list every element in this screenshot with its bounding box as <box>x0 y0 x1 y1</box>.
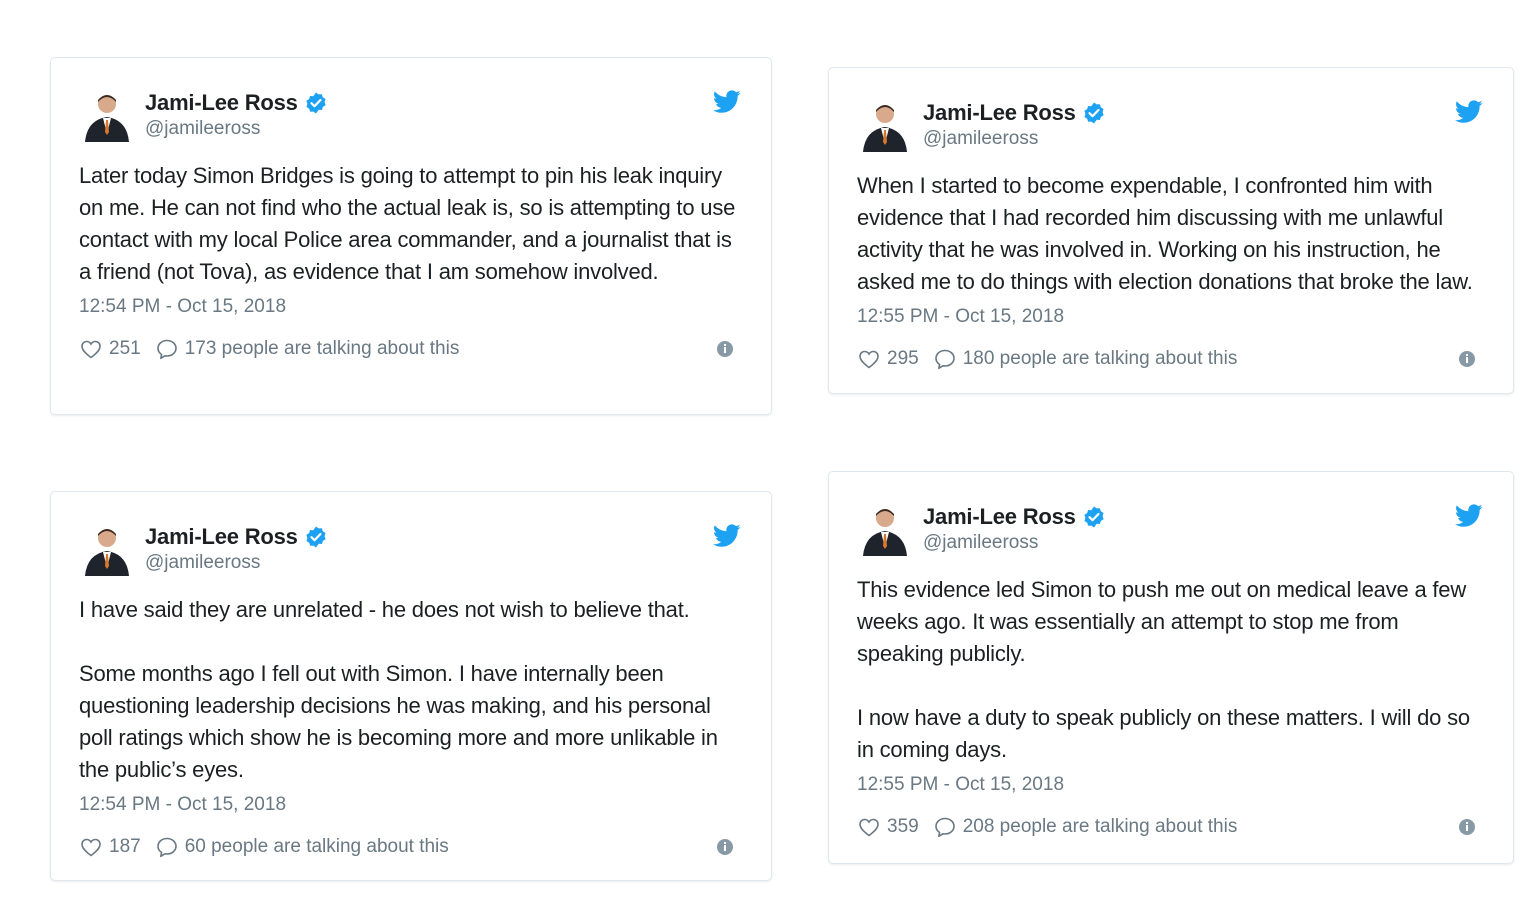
avatar[interactable] <box>859 100 911 152</box>
tweet-actions: 187 60 people are talking about this <box>79 832 743 862</box>
tweet-actions: 251 173 people are talking about this <box>79 334 743 364</box>
tweet-header: Jami-Lee Ross @jamileeross <box>857 94 1485 158</box>
heart-icon[interactable] <box>79 337 103 361</box>
tweet-actions: 359 208 people are talking about this <box>857 812 1485 842</box>
twitter-bird-icon[interactable] <box>1455 100 1483 124</box>
author-row: Jami-Lee Ross <box>145 90 328 116</box>
tweet-text: When I started to become expendable, I c… <box>857 170 1485 298</box>
tweet-timestamp[interactable]: 12:54 PM - Oct 15, 2018 <box>79 294 743 320</box>
tweet-timestamp[interactable]: 12:55 PM - Oct 15, 2018 <box>857 304 1485 330</box>
tweet-card-3[interactable]: Jami-Lee Ross @jamileeross I have said t… <box>50 491 772 881</box>
author-row: Jami-Lee Ross <box>923 100 1106 126</box>
author-name[interactable]: Jami-Lee Ross <box>145 524 298 550</box>
tweet-card-2[interactable]: Jami-Lee Ross @jamileeross When I starte… <box>828 67 1514 394</box>
like-count[interactable]: 251 <box>109 338 141 360</box>
tweet-card-4[interactable]: Jami-Lee Ross @jamileeross This evidence… <box>828 471 1514 864</box>
author-row: Jami-Lee Ross <box>923 504 1106 530</box>
talking-count[interactable]: 208 people are talking about this <box>963 816 1238 838</box>
info-icon[interactable] <box>717 839 733 855</box>
author-name[interactable]: Jami-Lee Ross <box>145 90 298 116</box>
tweet-text: Later today Simon Bridges is going to at… <box>79 160 743 288</box>
tweet-header: Jami-Lee Ross @jamileeross <box>857 498 1485 562</box>
info-icon[interactable] <box>717 341 733 357</box>
tweet-paragraph: When I started to become expendable, I c… <box>857 173 1473 294</box>
tweet-paragraph: This evidence led Simon to push me out o… <box>857 577 1467 666</box>
talking-count[interactable]: 180 people are talking about this <box>963 348 1238 370</box>
verified-badge-icon <box>1084 102 1104 124</box>
tweet-timestamp[interactable]: 12:54 PM - Oct 15, 2018 <box>79 792 743 818</box>
talking-count[interactable]: 60 people are talking about this <box>185 836 449 858</box>
info-icon[interactable] <box>1459 351 1475 367</box>
avatar[interactable] <box>81 524 133 576</box>
author-name[interactable]: Jami-Lee Ross <box>923 504 1076 530</box>
twitter-bird-icon[interactable] <box>713 90 741 114</box>
author-handle[interactable]: @jamileeross <box>923 532 1038 554</box>
twitter-bird-icon[interactable] <box>713 524 741 548</box>
like-count[interactable]: 295 <box>887 348 919 370</box>
tweet-card-1[interactable]: Jami-Lee Ross @jamileeross Later today S… <box>50 57 772 415</box>
author-row: Jami-Lee Ross <box>145 524 328 550</box>
tweet-paragraph: Some months ago I fell out with Simon. I… <box>79 661 718 782</box>
tweet-timestamp[interactable]: 12:55 PM - Oct 15, 2018 <box>857 772 1485 798</box>
tweet-text: This evidence led Simon to push me out o… <box>857 574 1485 766</box>
verified-badge-icon <box>1084 506 1104 528</box>
tweet-paragraph: Later today Simon Bridges is going to at… <box>79 163 736 284</box>
tweet-text: I have said they are unrelated - he does… <box>79 594 743 786</box>
author-handle[interactable]: @jamileeross <box>923 128 1038 150</box>
tweet-paragraph: I have said they are unrelated - he does… <box>79 597 690 622</box>
heart-icon[interactable] <box>857 347 881 371</box>
heart-icon[interactable] <box>857 815 881 839</box>
reply-bubble-icon[interactable] <box>155 337 179 361</box>
author-name[interactable]: Jami-Lee Ross <box>923 100 1076 126</box>
verified-badge-icon <box>306 92 326 114</box>
reply-bubble-icon[interactable] <box>933 815 957 839</box>
reply-bubble-icon[interactable] <box>155 835 179 859</box>
talking-count[interactable]: 173 people are talking about this <box>185 338 460 360</box>
verified-badge-icon <box>306 526 326 548</box>
info-icon[interactable] <box>1459 819 1475 835</box>
reply-bubble-icon[interactable] <box>933 347 957 371</box>
tweet-actions: 295 180 people are talking about this <box>857 344 1485 374</box>
avatar[interactable] <box>81 90 133 142</box>
author-handle[interactable]: @jamileeross <box>145 118 260 140</box>
avatar[interactable] <box>859 504 911 556</box>
tweet-header: Jami-Lee Ross @jamileeross <box>79 84 743 148</box>
author-handle[interactable]: @jamileeross <box>145 552 260 574</box>
twitter-bird-icon[interactable] <box>1455 504 1483 528</box>
heart-icon[interactable] <box>79 835 103 859</box>
tweet-paragraph: I now have a duty to speak publicly on t… <box>857 705 1470 762</box>
like-count[interactable]: 359 <box>887 816 919 838</box>
like-count[interactable]: 187 <box>109 836 141 858</box>
tweet-header: Jami-Lee Ross @jamileeross <box>79 518 743 582</box>
